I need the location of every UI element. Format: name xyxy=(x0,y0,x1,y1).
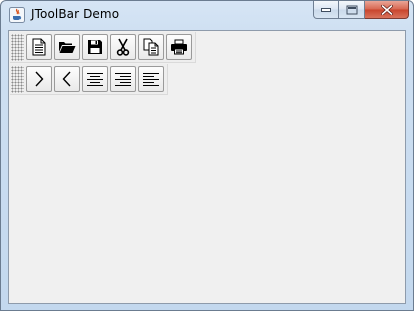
open-button[interactable] xyxy=(54,34,80,60)
scissors-icon xyxy=(116,38,130,56)
previous-button[interactable] xyxy=(54,66,80,92)
file-toolbar xyxy=(10,32,196,63)
toolbar-grip[interactable] xyxy=(11,33,24,61)
application-window: JToolBar Demo xyxy=(0,0,414,311)
print-button[interactable] xyxy=(166,34,192,60)
minimize-button[interactable] xyxy=(313,1,339,19)
align-center-icon xyxy=(87,73,103,86)
next-button[interactable] xyxy=(26,66,52,92)
printer-icon xyxy=(171,39,187,55)
java-icon[interactable] xyxy=(9,7,25,23)
title-bar[interactable]: JToolBar Demo xyxy=(1,1,413,29)
caption-buttons xyxy=(313,1,409,21)
maximize-button[interactable] xyxy=(339,1,365,19)
toolbar-grip[interactable] xyxy=(11,65,24,93)
align-right-button[interactable] xyxy=(110,66,136,92)
navigation-toolbar xyxy=(10,64,168,95)
floppy-disk-icon xyxy=(88,40,102,54)
document-icon xyxy=(32,38,46,56)
content-pane xyxy=(8,30,406,304)
align-right-icon xyxy=(115,73,131,86)
chevron-right-icon xyxy=(35,71,44,87)
folder-open-icon xyxy=(59,42,76,53)
close-icon xyxy=(380,4,393,15)
align-left-button[interactable] xyxy=(138,66,164,92)
new-document-button[interactable] xyxy=(26,34,52,60)
close-button[interactable] xyxy=(365,1,409,19)
minimize-icon xyxy=(321,7,331,12)
copy-icon xyxy=(143,38,159,56)
chevron-left-icon xyxy=(62,71,71,87)
window-title: JToolBar Demo xyxy=(31,7,120,21)
align-center-button[interactable] xyxy=(82,66,108,92)
align-left-icon xyxy=(143,73,159,86)
copy-button[interactable] xyxy=(138,34,164,60)
save-button[interactable] xyxy=(82,34,108,60)
cut-button[interactable] xyxy=(110,34,136,60)
maximize-icon xyxy=(346,5,357,14)
